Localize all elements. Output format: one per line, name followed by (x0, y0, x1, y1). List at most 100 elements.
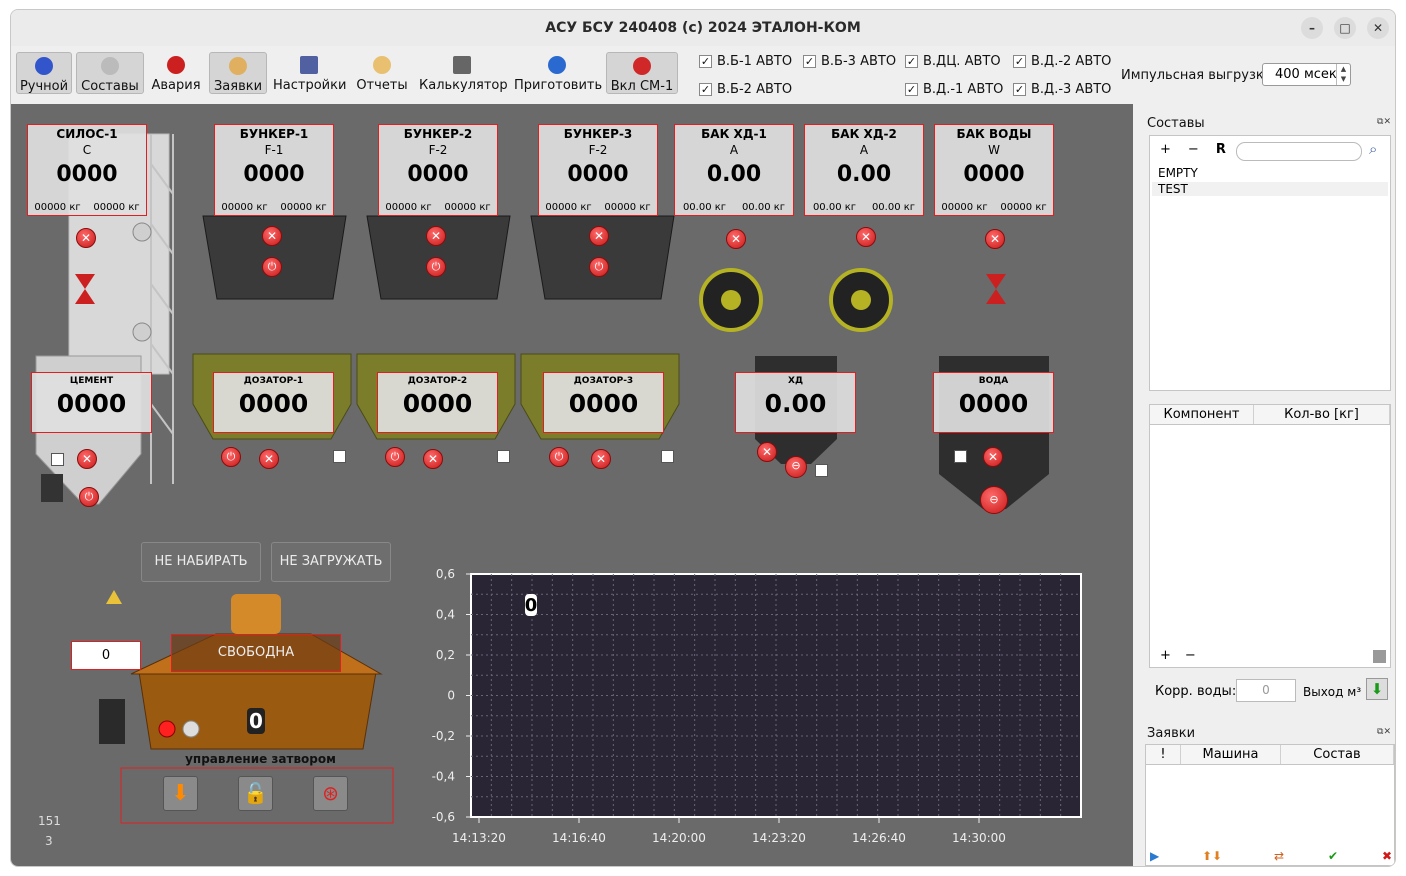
water-corr-field[interactable]: 0 (1236, 679, 1296, 702)
remove-component-button[interactable]: − (1185, 648, 1196, 663)
col-amount[interactable]: Кол-во [кг] (1254, 405, 1390, 424)
recipes-label: Составы (81, 79, 139, 94)
x-tick-label: 14:13:20 (452, 831, 506, 845)
panel-sub: W (988, 143, 1000, 157)
panel-water: ВОДА 0000 (933, 372, 1054, 433)
impulse-spinbox[interactable]: 400 мсек ▲ ▼ (1262, 63, 1351, 86)
stop-doser-2-button[interactable]: ✕ (423, 449, 443, 469)
power-bunker-3-icon[interactable]: ⏻ (589, 257, 609, 277)
recipes-button[interactable]: Составы (76, 52, 144, 94)
panel-title: ЦЕМЕНТ (69, 376, 114, 386)
checkbox[interactable]: ✓ (699, 83, 712, 96)
doser-1-checkbox[interactable] (333, 450, 346, 463)
power-bunker-2-icon[interactable]: ⏻ (426, 257, 446, 277)
gate-open-button[interactable]: ⬇ (163, 776, 198, 811)
list-item[interactable]: EMPTY (1158, 166, 1384, 180)
checkbox[interactable]: ✓ (699, 55, 712, 68)
gate-water-icon[interactable]: ⊖ (980, 486, 1008, 514)
spin-arrows-icon[interactable]: ▲ ▼ (1336, 64, 1350, 85)
impulse-label: Импульсная выгрузка (1121, 68, 1272, 83)
play-icon[interactable]: ▶ (1150, 849, 1159, 863)
manual-button[interactable]: Ручной (16, 52, 72, 94)
check-vd2[interactable]: ✓ В.Д.-2 АВТО (1013, 54, 1111, 69)
check-vd3[interactable]: ✓ В.Д.-3 АВТО (1013, 82, 1111, 97)
gate-unlock-button[interactable]: 🔓 (238, 776, 273, 811)
col-flag[interactable]: ! (1146, 745, 1181, 764)
checkbox[interactable]: ✓ (1013, 55, 1026, 68)
swap-icon[interactable]: ⇄ (1274, 849, 1284, 863)
checkbox[interactable]: ✓ (905, 83, 918, 96)
orders-button[interactable]: Заявки (209, 52, 267, 94)
power-cement-icon[interactable]: ⏻ (79, 487, 99, 507)
col-recipe[interactable]: Состав (1281, 745, 1394, 764)
doser-2-checkbox[interactable] (497, 450, 510, 463)
stop-bunker-3-button[interactable]: ✕ (589, 226, 609, 246)
stop-cement-button[interactable]: ✕ (77, 449, 97, 469)
panel-left: 00000 кг (385, 202, 432, 213)
check-vb2[interactable]: ✓ В.Б-2 АВТО (699, 82, 792, 97)
reports-icon (373, 56, 391, 74)
delete-icon[interactable]: ✖ (1382, 849, 1392, 863)
download-icon[interactable]: ⬇ (1366, 678, 1388, 700)
process-view: СИЛОС-1 C 0000 00000 кг 00000 кг БУНКЕР-1 F-1… (11, 104, 1133, 866)
cement-checkbox[interactable] (51, 453, 64, 466)
col-truck[interactable]: Машина (1181, 745, 1281, 764)
doser-3-checkbox[interactable] (661, 450, 674, 463)
check-vb1[interactable]: ✓ В.Б-1 АВТО (699, 54, 792, 69)
stop-hd-button[interactable]: ✕ (757, 442, 777, 462)
stop-silo-button[interactable]: ✕ (76, 228, 96, 248)
search-icon[interactable]: ⌕ (1369, 140, 1377, 158)
dock-float-close-icon[interactable]: ⧉✕ (1377, 727, 1391, 737)
gate-hd-icon[interactable]: ⊖ (785, 456, 807, 478)
power-doser-3-icon[interactable]: ⏻ (549, 447, 569, 467)
refresh-recipe-button[interactable]: R (1216, 142, 1226, 157)
checkbox[interactable]: ✓ (803, 55, 816, 68)
move-up-down-icon[interactable]: ⬆⬇ (1202, 849, 1222, 863)
grid-icon[interactable] (1373, 650, 1386, 663)
dock-float-close-icon[interactable]: ⧉✕ (1377, 117, 1391, 127)
water-checkbox[interactable] (954, 450, 967, 463)
minimize-button[interactable]: – (1301, 17, 1323, 39)
stop-hd-1-button[interactable]: ✕ (726, 229, 746, 249)
checkbox[interactable]: ✓ (1013, 83, 1026, 96)
stop-hd-2-button[interactable]: ✕ (856, 227, 876, 247)
stop-bunker-1-button[interactable]: ✕ (262, 226, 282, 246)
checkbox[interactable]: ✓ (905, 55, 918, 68)
alarm-button[interactable]: Авария (149, 52, 203, 94)
panel-title: ВОДА (978, 376, 1009, 386)
no-load-button[interactable]: НЕ ЗАГРУЖАТЬ (271, 542, 391, 582)
stop-water-tank-button[interactable]: ✕ (985, 229, 1005, 249)
mixer-on-button[interactable]: Вкл СМ-1 (606, 52, 678, 94)
close-button[interactable]: ✕ (1367, 17, 1389, 39)
add-recipe-button[interactable]: + (1160, 142, 1171, 157)
check-icon[interactable]: ✔ (1328, 849, 1338, 863)
check-vdc[interactable]: ✓ В.ДЦ. АВТО (905, 54, 1001, 69)
col-component[interactable]: Компонент (1150, 405, 1254, 424)
no-collect-button[interactable]: НЕ НАБИРАТЬ (141, 542, 261, 582)
panel-title: ХД (788, 376, 803, 386)
check-vb3[interactable]: ✓ В.Б-3 АВТО (803, 54, 896, 69)
power-doser-1-icon[interactable]: ⏻ (221, 447, 241, 467)
remove-recipe-button[interactable]: − (1188, 142, 1199, 157)
calculator-button[interactable]: Калькулятор (419, 52, 508, 94)
recipe-search-input[interactable] (1236, 142, 1362, 161)
sidebar: Составы ⧉✕ + − R ⌕ EMPTY TEST Компонент … (1141, 104, 1395, 866)
reports-button[interactable]: Отчеты (354, 52, 410, 94)
stop-doser-1-button[interactable]: ✕ (259, 449, 279, 469)
add-component-button[interactable]: + (1160, 648, 1171, 663)
settings-button[interactable]: Настройки (273, 52, 346, 94)
gate-manual-button[interactable]: ⊛ (313, 776, 348, 811)
maximize-button[interactable]: □ (1334, 17, 1356, 39)
check-vd1[interactable]: ✓ В.Д.-1 АВТО (905, 82, 1003, 97)
prepare-button[interactable]: Приготовить (514, 52, 602, 94)
stop-water-button[interactable]: ✕ (983, 447, 1003, 467)
hd-checkbox[interactable] (815, 464, 828, 477)
power-doser-2-icon[interactable]: ⏻ (385, 447, 405, 467)
power-bunker-1-icon[interactable]: ⏻ (262, 257, 282, 277)
reports-label: Отчеты (356, 78, 408, 93)
stop-doser-3-button[interactable]: ✕ (591, 449, 611, 469)
component-table: Компонент Кол-во [кг] + − (1149, 404, 1391, 668)
stop-bunker-2-button[interactable]: ✕ (426, 226, 446, 246)
list-item[interactable]: TEST (1152, 182, 1388, 196)
counter-field[interactable]: 0 (71, 641, 141, 670)
